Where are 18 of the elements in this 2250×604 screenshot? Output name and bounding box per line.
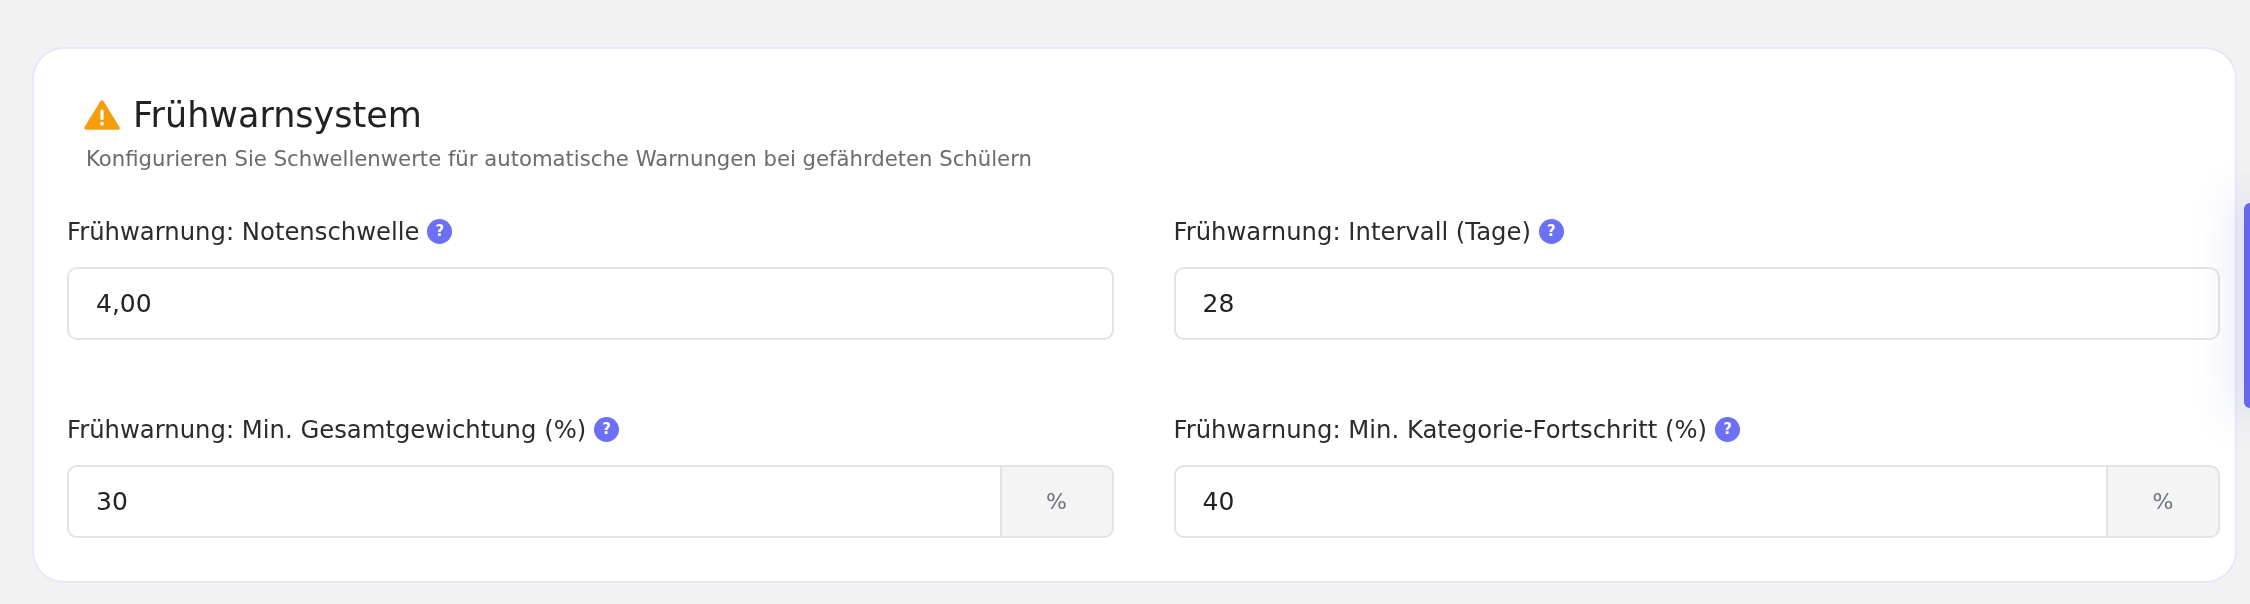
side-tab[interactable] (2244, 203, 2250, 408)
help-icon[interactable]: ? (594, 416, 620, 442)
card-subtitle: Konfigurieren Sie Schwellenwerte für automatische Warnungen bei gefährdeten Schülern (86, 145, 1032, 173)
input-field[interactable]: 4,00 (67, 267, 1114, 340)
warning-icon (84, 99, 120, 131)
input-field[interactable]: 30 (67, 465, 1002, 538)
unit-addon: % (1001, 465, 1114, 538)
field-label: Frühwarnung: Min. Kategorie-Fortschritt (%) (1173, 414, 1707, 444)
input-field[interactable]: 28 (1173, 267, 2220, 340)
card-title: Frühwarnsystem (133, 95, 422, 135)
help-icon[interactable]: ? (427, 218, 453, 244)
field-label: Frühwarnung: Intervall (Tage) (1173, 216, 1531, 246)
help-icon[interactable]: ? (1538, 218, 1564, 244)
field-label: Frühwarnung: Notenschwelle (67, 216, 420, 246)
unit-addon: % (2108, 465, 2220, 538)
input-field[interactable]: 40 (1173, 465, 2108, 538)
field-label: Frühwarnung: Min. Gesamtgewichtung (%) (67, 414, 587, 444)
help-icon[interactable]: ? (1715, 416, 1740, 442)
